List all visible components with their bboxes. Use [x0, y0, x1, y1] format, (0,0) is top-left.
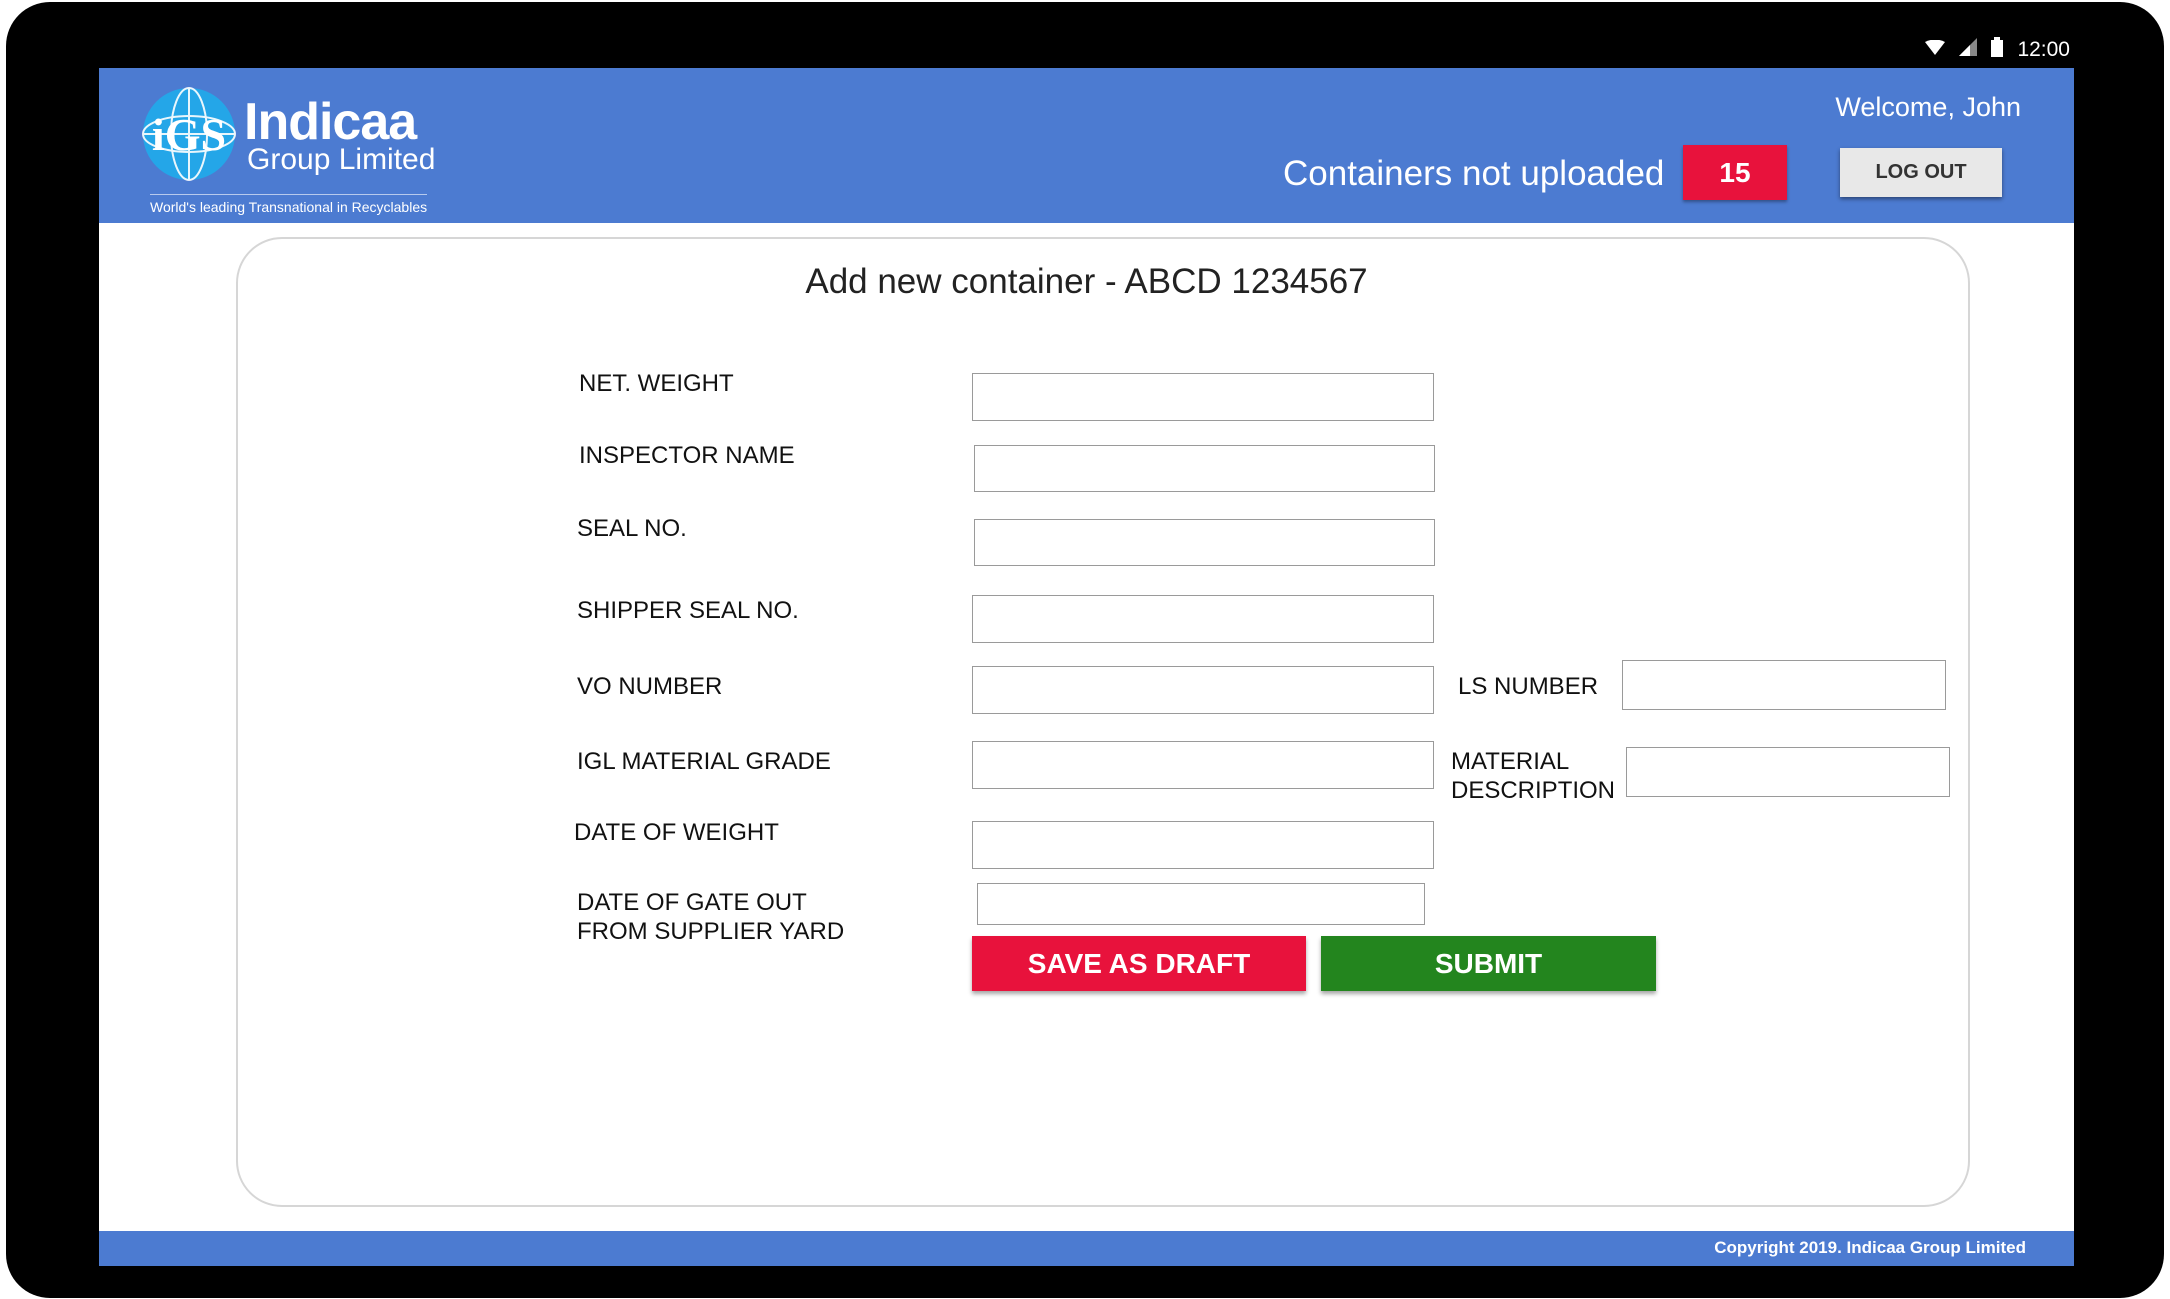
- net-weight-input[interactable]: [972, 373, 1434, 421]
- date-gate-out-input[interactable]: [977, 883, 1425, 925]
- inspector-name-label: INSPECTOR NAME: [579, 442, 795, 469]
- vo-number-input[interactable]: [972, 666, 1434, 714]
- ls-number-input[interactable]: [1622, 660, 1946, 710]
- logo-subname: Group Limited: [247, 143, 436, 176]
- logo-tagline: World's leading Transnational in Recycla…: [150, 194, 428, 215]
- date-of-weight-label: DATE OF WEIGHT: [574, 819, 779, 846]
- status-bar: 12:00: [1925, 36, 2070, 64]
- shipper-seal-no-input[interactable]: [972, 595, 1434, 643]
- material-description-label-line2: DESCRIPTION: [1451, 777, 1616, 804]
- logo-name: Indicaa: [244, 93, 417, 151]
- date-gate-out-label-line2: FROM SUPPLIER YARD: [577, 918, 845, 945]
- battery-icon: [1991, 37, 2004, 63]
- status-time: 12:00: [2017, 38, 2070, 61]
- app-header: iGS Indicaa Group Limited World's leadin…: [99, 68, 2074, 223]
- submit-button[interactable]: SUBMIT: [1321, 936, 1656, 991]
- date-gate-out-label: DATE OF GATE OUT FROM SUPPLIER YARD: [577, 888, 844, 946]
- app-footer: Copyright 2019. Indicaa Group Limited: [99, 1231, 2074, 1266]
- igl-material-grade-label: IGL MATERIAL GRADE: [577, 748, 831, 775]
- pending-uploads-label: Containers not uploaded: [1283, 154, 1665, 193]
- company-logo: iGS Indicaa Group Limited World's leadin…: [141, 86, 441, 216]
- signal-icon: [1959, 38, 1978, 62]
- save-as-draft-button[interactable]: SAVE AS DRAFT: [972, 936, 1306, 991]
- inspector-name-input[interactable]: [974, 445, 1435, 492]
- material-description-label: MATERIAL DESCRIPTION: [1451, 747, 1615, 805]
- svg-text:iGS: iGS: [152, 109, 226, 160]
- globe-logo-icon: iGS: [142, 87, 236, 181]
- date-of-weight-input[interactable]: [972, 821, 1434, 869]
- welcome-text: Welcome, John: [1835, 92, 2021, 122]
- app-screen: iGS Indicaa Group Limited World's leadin…: [99, 68, 2074, 1266]
- ls-number-label: LS NUMBER: [1458, 673, 1599, 700]
- seal-no-input[interactable]: [974, 519, 1435, 566]
- material-description-label-line1: MATERIAL: [1451, 748, 1570, 775]
- pending-uploads-badge[interactable]: 15: [1683, 145, 1787, 200]
- igl-material-grade-input[interactable]: [972, 741, 1434, 789]
- net-weight-label: NET. WEIGHT: [579, 370, 734, 397]
- seal-no-label: SEAL NO.: [577, 515, 687, 542]
- date-gate-out-label-line1: DATE OF GATE OUT: [577, 889, 807, 916]
- logout-button[interactable]: LOG OUT: [1840, 148, 2002, 197]
- material-description-input[interactable]: [1626, 747, 1950, 797]
- page-title: Add new container - ABCD 1234567: [805, 262, 1368, 301]
- vo-number-label: VO NUMBER: [577, 673, 723, 700]
- wifi-icon: [1925, 38, 1946, 62]
- copyright-text: Copyright 2019. Indicaa Group Limited: [1714, 1238, 2026, 1257]
- shipper-seal-no-label: SHIPPER SEAL NO.: [577, 597, 799, 624]
